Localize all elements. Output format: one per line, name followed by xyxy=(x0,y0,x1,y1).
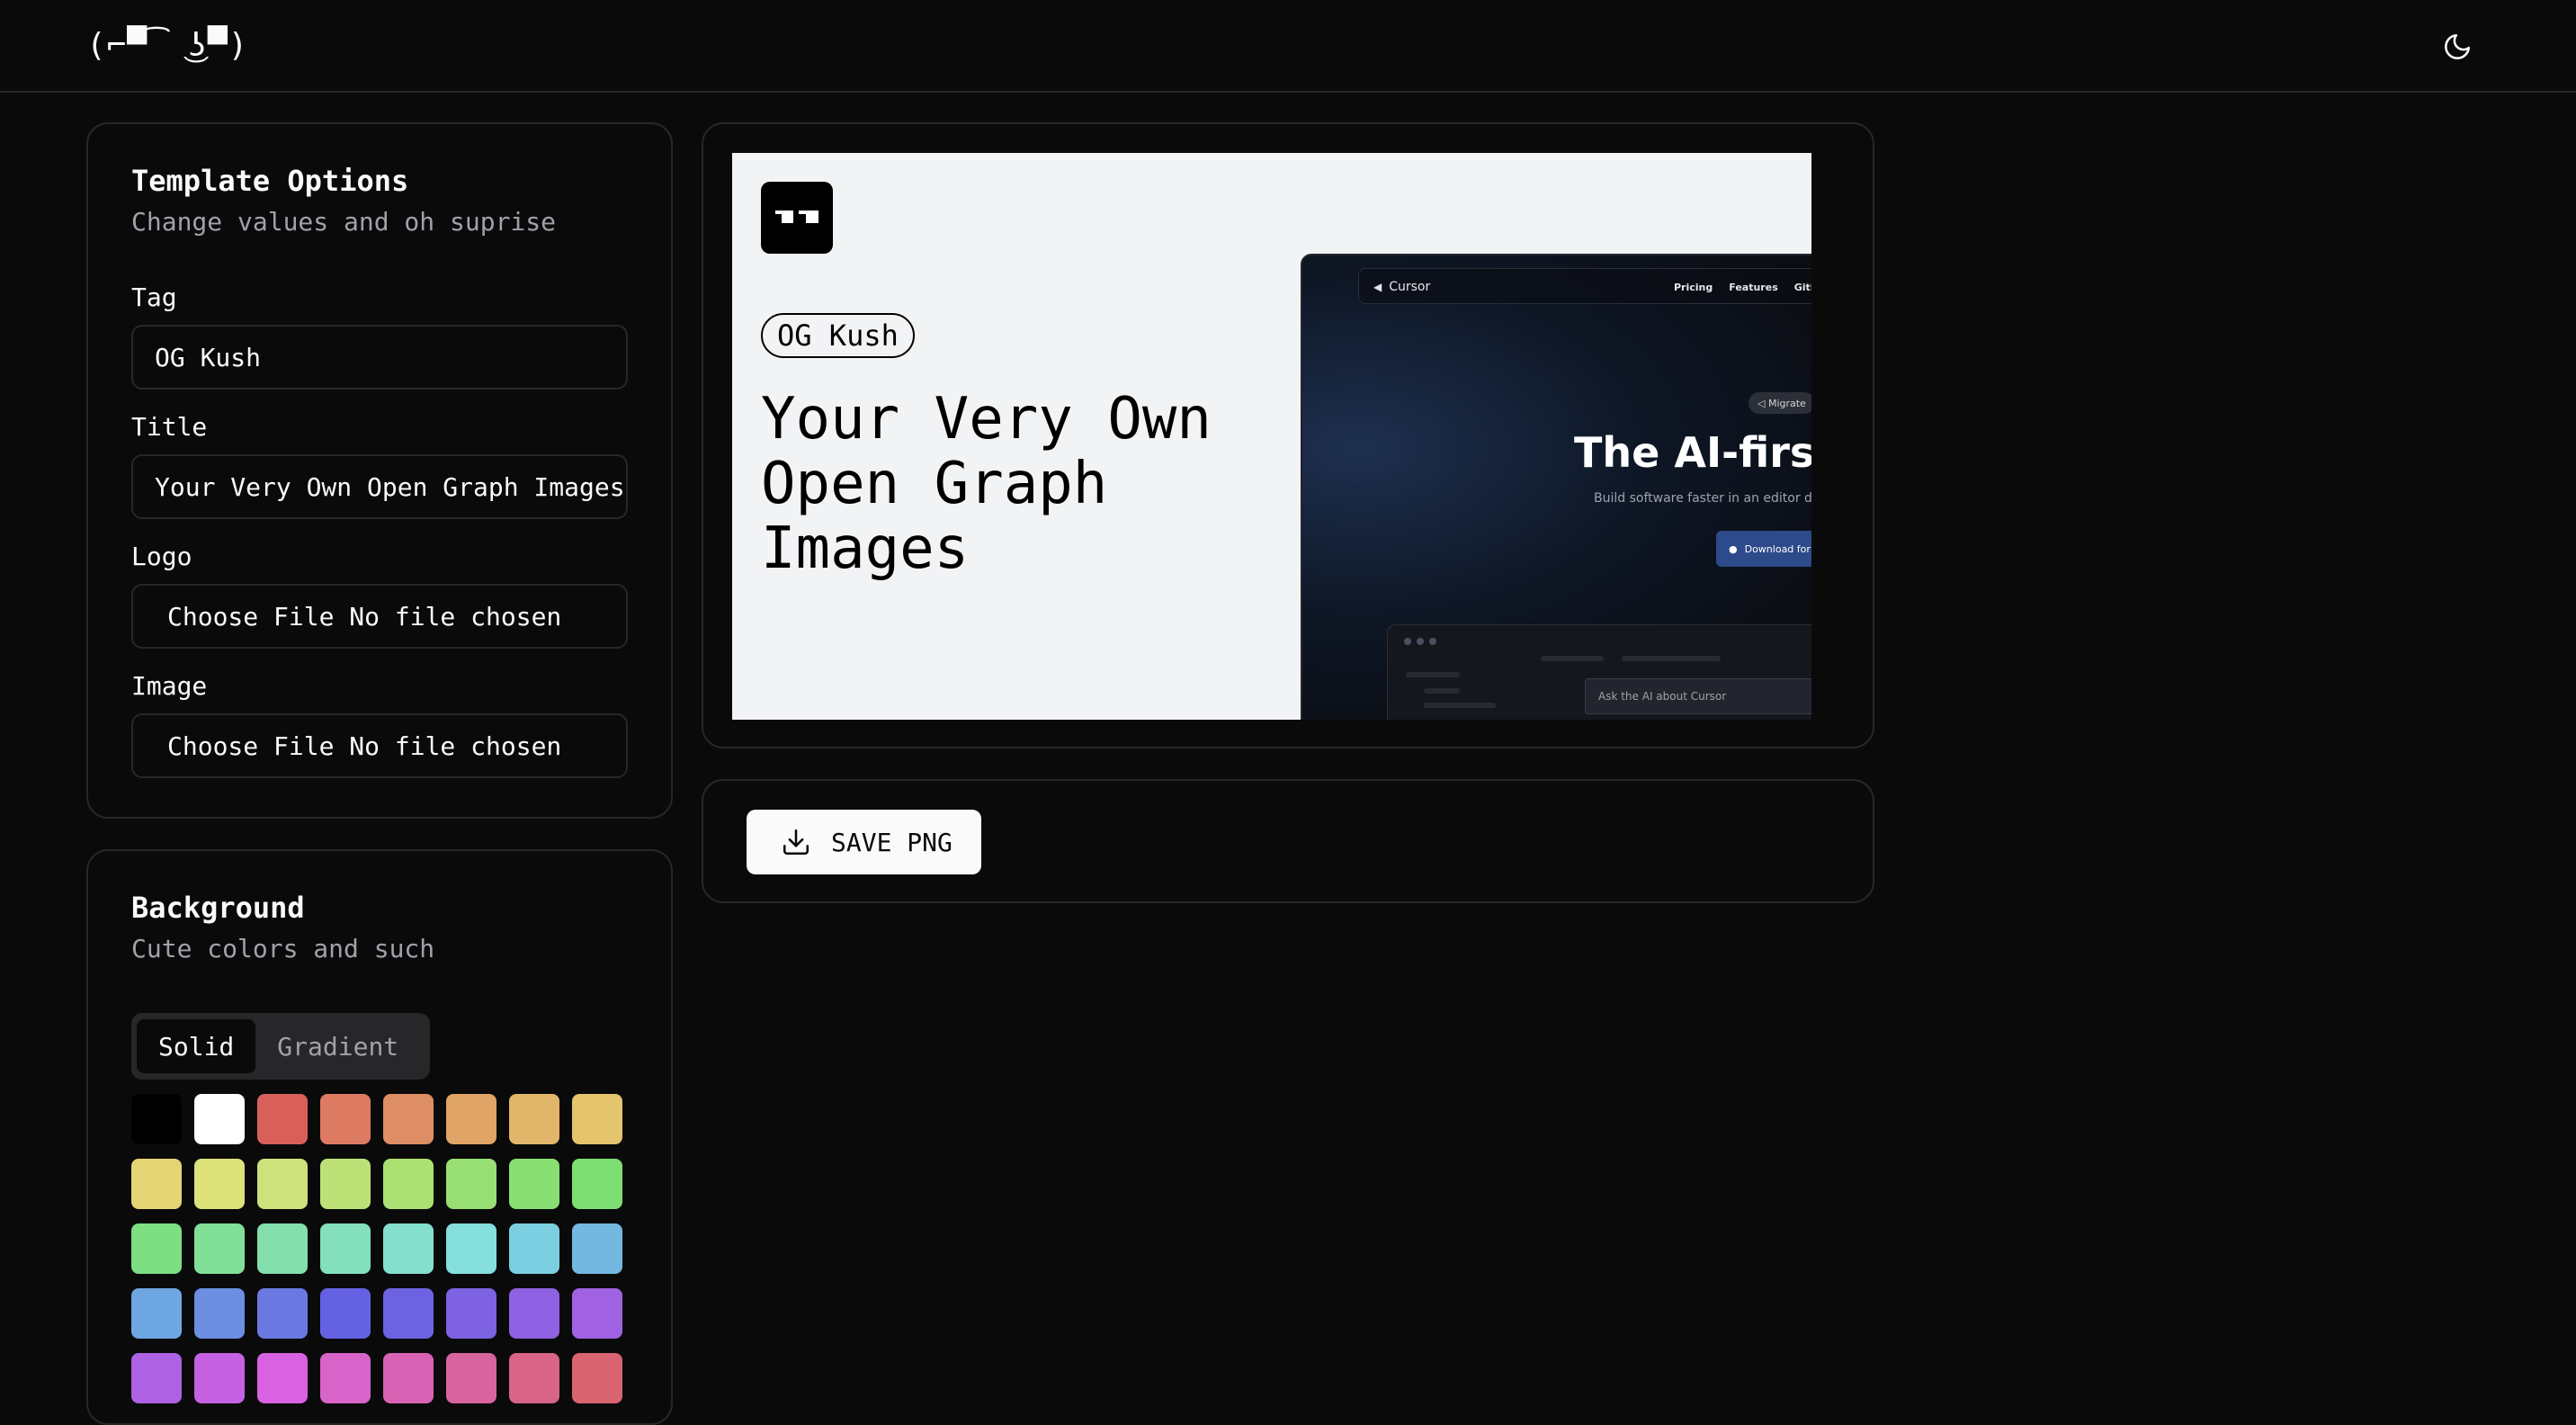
color-swatch[interactable] xyxy=(194,1353,245,1403)
template-options-card: Template Options Change values and oh su… xyxy=(86,122,673,819)
template-options-subtitle: Change values and oh suprise xyxy=(131,207,557,237)
tag-input[interactable]: OG Kush xyxy=(131,325,628,390)
download-icon xyxy=(783,829,809,856)
color-swatch[interactable] xyxy=(509,1094,559,1144)
screenshot-cta: ● Download for xyxy=(1716,531,1811,567)
screenshot-nav-link: GitHub xyxy=(1793,281,1811,293)
glasses-icon xyxy=(775,211,818,223)
title-input[interactable]: Your Very Own Open Graph Images xyxy=(131,454,628,519)
color-swatch[interactable] xyxy=(509,1159,559,1209)
color-swatch[interactable] xyxy=(257,1353,308,1403)
screenshot-nav-link: Features xyxy=(1729,281,1778,293)
og-logo xyxy=(761,182,833,254)
color-swatch[interactable] xyxy=(383,1159,434,1209)
color-swatch[interactable] xyxy=(446,1223,496,1274)
screenshot-badge: ◁ Migrate xyxy=(1749,392,1811,414)
background-mode-toggle: Solid Gradient xyxy=(131,1013,430,1080)
cursor-arrow-icon: ◀ xyxy=(1373,281,1382,293)
screenshot-nav: ◀ Cursor Pricing Features GitHub xyxy=(1358,268,1811,304)
og-screenshot-image: ◀ Cursor Pricing Features GitHub ◁ Migrat… xyxy=(1301,254,1811,720)
title-label: Title xyxy=(131,412,208,442)
color-swatch[interactable] xyxy=(320,1288,371,1339)
color-swatch[interactable] xyxy=(320,1223,371,1274)
color-swatch[interactable] xyxy=(131,1223,182,1274)
color-swatch[interactable] xyxy=(572,1288,622,1339)
og-title: Your Very Own Open Graph Images xyxy=(761,386,1212,582)
color-swatch[interactable] xyxy=(383,1094,434,1144)
color-swatch[interactable] xyxy=(320,1353,371,1403)
background-subtitle: Cute colors and such xyxy=(131,934,435,963)
color-swatch[interactable] xyxy=(257,1094,308,1144)
color-swatch[interactable] xyxy=(194,1159,245,1209)
image-file-input[interactable]: Choose File No file chosen xyxy=(131,713,628,778)
color-swatch[interactable] xyxy=(131,1288,182,1339)
save-png-button[interactable]: SAVE PNG xyxy=(747,810,981,874)
color-swatch[interactable] xyxy=(509,1353,559,1403)
color-swatch[interactable] xyxy=(383,1288,434,1339)
color-swatch[interactable] xyxy=(572,1353,622,1403)
color-swatch[interactable] xyxy=(572,1094,622,1144)
actions-card: SAVE PNG xyxy=(702,779,1874,903)
apple-icon: ● xyxy=(1729,542,1738,555)
color-swatch[interactable] xyxy=(257,1288,308,1339)
theme-toggle-button[interactable] xyxy=(2434,23,2481,70)
brand-logo[interactable]: (⌐▀͡ ͜ʖ▀) xyxy=(86,23,248,68)
color-swatch[interactable] xyxy=(320,1094,371,1144)
top-bar: (⌐▀͡ ͜ʖ▀) xyxy=(0,0,2576,93)
tag-label: Tag xyxy=(131,282,177,312)
og-tag: OG Kush xyxy=(761,313,915,358)
color-swatch[interactable] xyxy=(509,1223,559,1274)
og-image-preview: OG Kush Your Very Own Open Graph Images … xyxy=(732,153,1811,720)
color-swatch[interactable] xyxy=(131,1353,182,1403)
background-title: Background xyxy=(131,891,305,925)
screenshot-nav-brand: Cursor xyxy=(1389,280,1431,294)
color-swatch-grid xyxy=(131,1094,635,1403)
tab-solid[interactable]: Solid xyxy=(137,1019,256,1073)
color-swatch[interactable] xyxy=(257,1159,308,1209)
screenshot-headline: The AI-first xyxy=(1574,428,1811,477)
screenshot-nav-link: Pricing xyxy=(1674,281,1713,293)
color-swatch[interactable] xyxy=(446,1159,496,1209)
logo-label: Logo xyxy=(131,542,192,571)
color-swatch[interactable] xyxy=(194,1094,245,1144)
logo-file-input[interactable]: Choose File No file chosen xyxy=(131,584,628,649)
color-swatch[interactable] xyxy=(446,1094,496,1144)
color-swatch[interactable] xyxy=(446,1353,496,1403)
tab-gradient[interactable]: Gradient xyxy=(255,1019,420,1073)
background-card: Background Cute colors and such Solid Gr… xyxy=(86,849,673,1425)
color-swatch[interactable] xyxy=(131,1159,182,1209)
moon-icon xyxy=(2445,33,2471,59)
color-swatch[interactable] xyxy=(194,1288,245,1339)
template-options-title: Template Options xyxy=(131,164,409,198)
color-swatch[interactable] xyxy=(383,1223,434,1274)
color-swatch[interactable] xyxy=(320,1159,371,1209)
color-swatch[interactable] xyxy=(572,1223,622,1274)
screenshot-ask-input: Ask the AI about Cursor xyxy=(1585,678,1811,714)
image-label: Image xyxy=(131,671,208,701)
preview-card: OG Kush Your Very Own Open Graph Images … xyxy=(702,122,1874,748)
save-png-label: SAVE PNG xyxy=(831,827,953,857)
color-swatch[interactable] xyxy=(194,1223,245,1274)
color-swatch[interactable] xyxy=(257,1223,308,1274)
screenshot-subtext: Build software faster in an editor de xyxy=(1594,491,1811,506)
color-swatch[interactable] xyxy=(572,1159,622,1209)
color-swatch[interactable] xyxy=(383,1353,434,1403)
color-swatch[interactable] xyxy=(446,1288,496,1339)
color-swatch[interactable] xyxy=(131,1094,182,1144)
color-swatch[interactable] xyxy=(509,1288,559,1339)
